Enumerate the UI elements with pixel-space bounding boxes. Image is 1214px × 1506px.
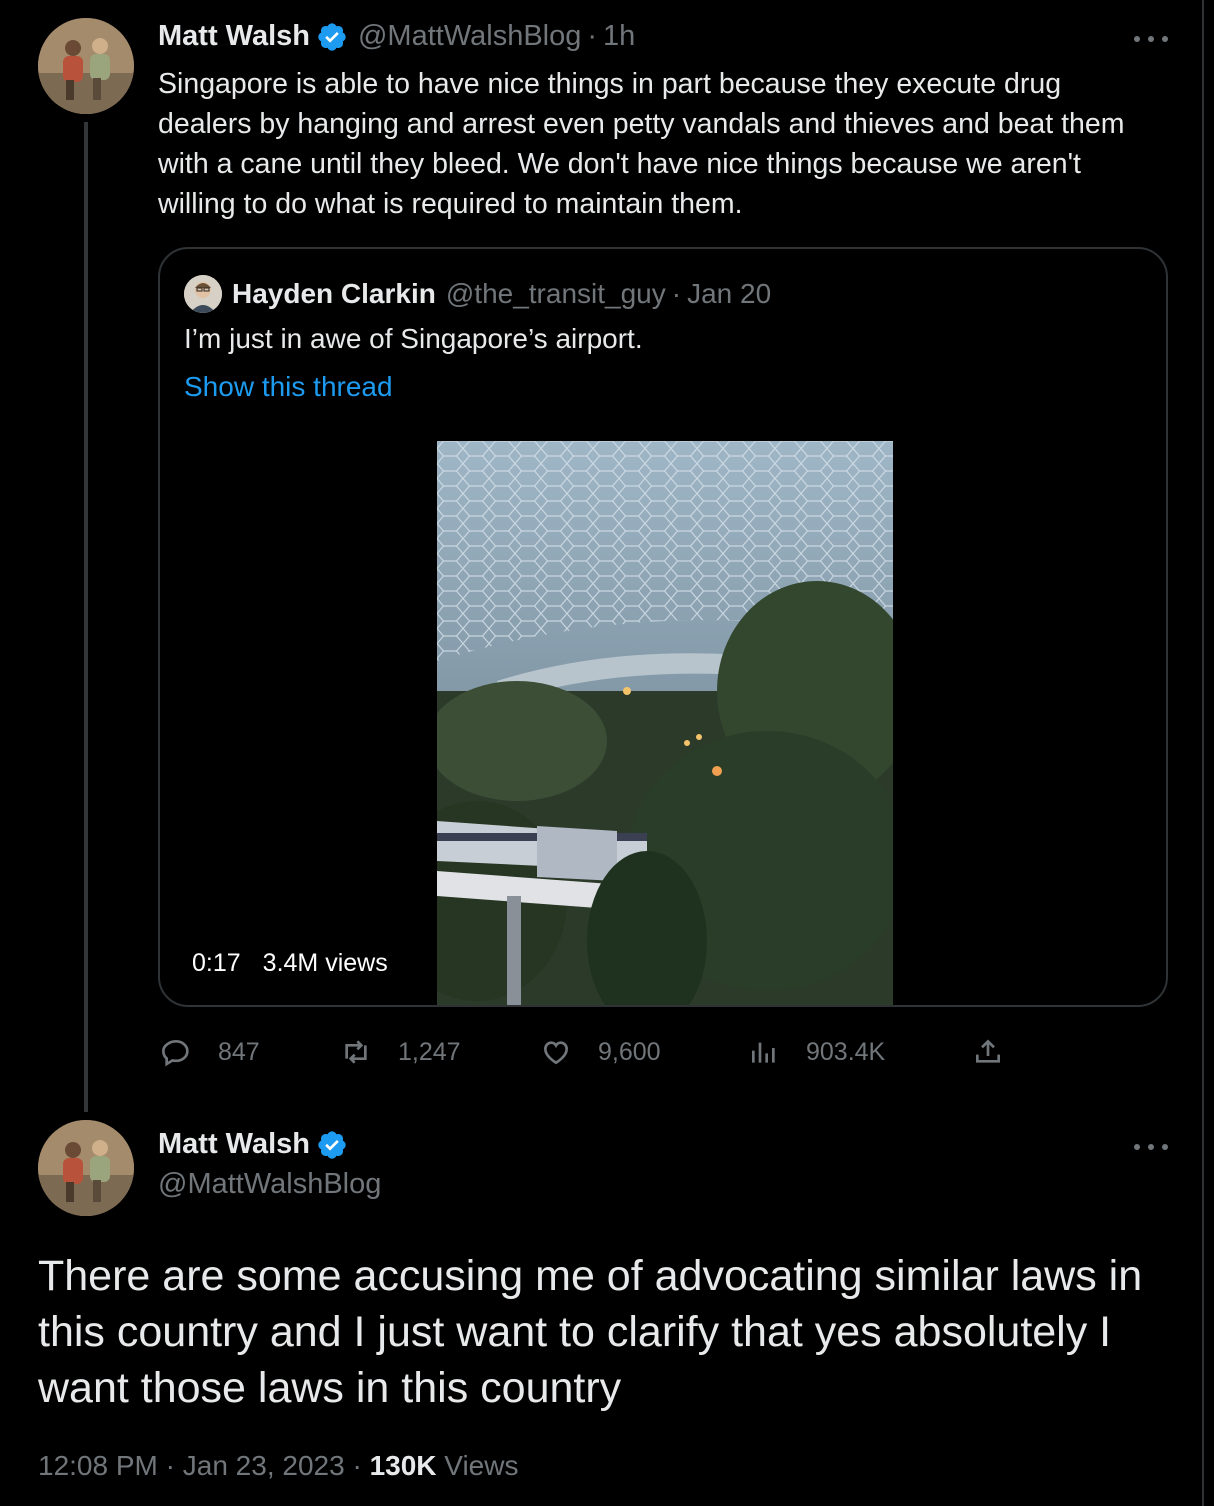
- author-name[interactable]: Matt Walsh: [158, 20, 310, 53]
- reply-views-label: Views: [444, 1450, 519, 1481]
- views-button[interactable]: 903.4K: [748, 1036, 885, 1068]
- separator-dot: ·: [587, 20, 598, 52]
- tweet-time[interactable]: 1h: [603, 20, 635, 53]
- reply-time[interactable]: 12:08 PM: [38, 1450, 158, 1481]
- video-view-count: 3.4M views: [262, 949, 388, 977]
- share-icon: [976, 1039, 1000, 1063]
- like-button[interactable]: 9,600: [540, 1036, 661, 1068]
- tweet-header: Matt Walsh @MattWalshBlog · 1h: [158, 20, 635, 53]
- reply-header: Matt Walsh: [158, 1128, 348, 1161]
- reply-icon: [161, 1039, 189, 1067]
- retweet-button[interactable]: 1,247: [340, 1036, 461, 1068]
- reply-author-handle[interactable]: @MattWalshBlog: [158, 1168, 381, 1201]
- video-player[interactable]: [437, 441, 893, 1005]
- retweet-icon: [345, 1040, 367, 1064]
- like-count: 9,600: [598, 1037, 661, 1066]
- video-thumbnail: [437, 441, 893, 1005]
- reply-text: There are some accusing me of advocating…: [38, 1252, 1143, 1412]
- tweet-text: Singapore is able to have nice things in…: [158, 68, 1125, 220]
- author-avatar[interactable]: [38, 18, 134, 114]
- author-handle[interactable]: @MattWalshBlog: [358, 20, 581, 53]
- separator-dot: ·: [165, 1450, 175, 1481]
- reply-button[interactable]: 847: [160, 1036, 260, 1068]
- quoted-tweet-header: Hayden Clarkin @the_transit_guy · Jan 20: [184, 275, 771, 313]
- video-meta: 0:17 3.4M views: [192, 949, 388, 978]
- reply-count: 847: [218, 1037, 260, 1066]
- retweet-count: 1,247: [398, 1037, 461, 1066]
- separator-dot: ·: [671, 278, 682, 309]
- quoted-author-handle[interactable]: @the_transit_guy: [446, 278, 666, 310]
- reply-views-count: 130K: [369, 1450, 437, 1481]
- video-duration: 0:17: [192, 949, 241, 977]
- verified-badge-icon[interactable]: [316, 1129, 348, 1161]
- more-options-icon[interactable]: [1134, 34, 1168, 44]
- thread-connector-line: [84, 122, 88, 1112]
- quoted-author-avatar[interactable]: [184, 275, 222, 313]
- heart-icon: [543, 1041, 569, 1065]
- quoted-tweet-text: I’m just in awe of Singapore’s airport.: [184, 323, 643, 354]
- reply-author-name[interactable]: Matt Walsh: [158, 1128, 310, 1161]
- quoted-author-name[interactable]: Hayden Clarkin: [232, 278, 436, 310]
- quoted-tweet-date[interactable]: Jan 20: [687, 278, 771, 310]
- more-options-icon[interactable]: [1134, 1142, 1168, 1152]
- reply-date[interactable]: Jan 23, 2023: [183, 1450, 345, 1481]
- share-button[interactable]: [972, 1036, 1004, 1068]
- show-thread-link[interactable]: Show this thread: [184, 371, 393, 403]
- quoted-tweet[interactable]: Hayden Clarkin @the_transit_guy · Jan 20…: [158, 247, 1168, 1007]
- reply-metadata: 12:08 PM · Jan 23, 2023 · 130K Views: [38, 1450, 518, 1482]
- reply-author-avatar[interactable]: [38, 1120, 134, 1216]
- analytics-icon: [752, 1042, 775, 1063]
- separator-dot: ·: [352, 1450, 362, 1481]
- views-count: 903.4K: [806, 1037, 886, 1066]
- column-border: [1202, 0, 1204, 1506]
- verified-badge-icon[interactable]: [316, 21, 348, 53]
